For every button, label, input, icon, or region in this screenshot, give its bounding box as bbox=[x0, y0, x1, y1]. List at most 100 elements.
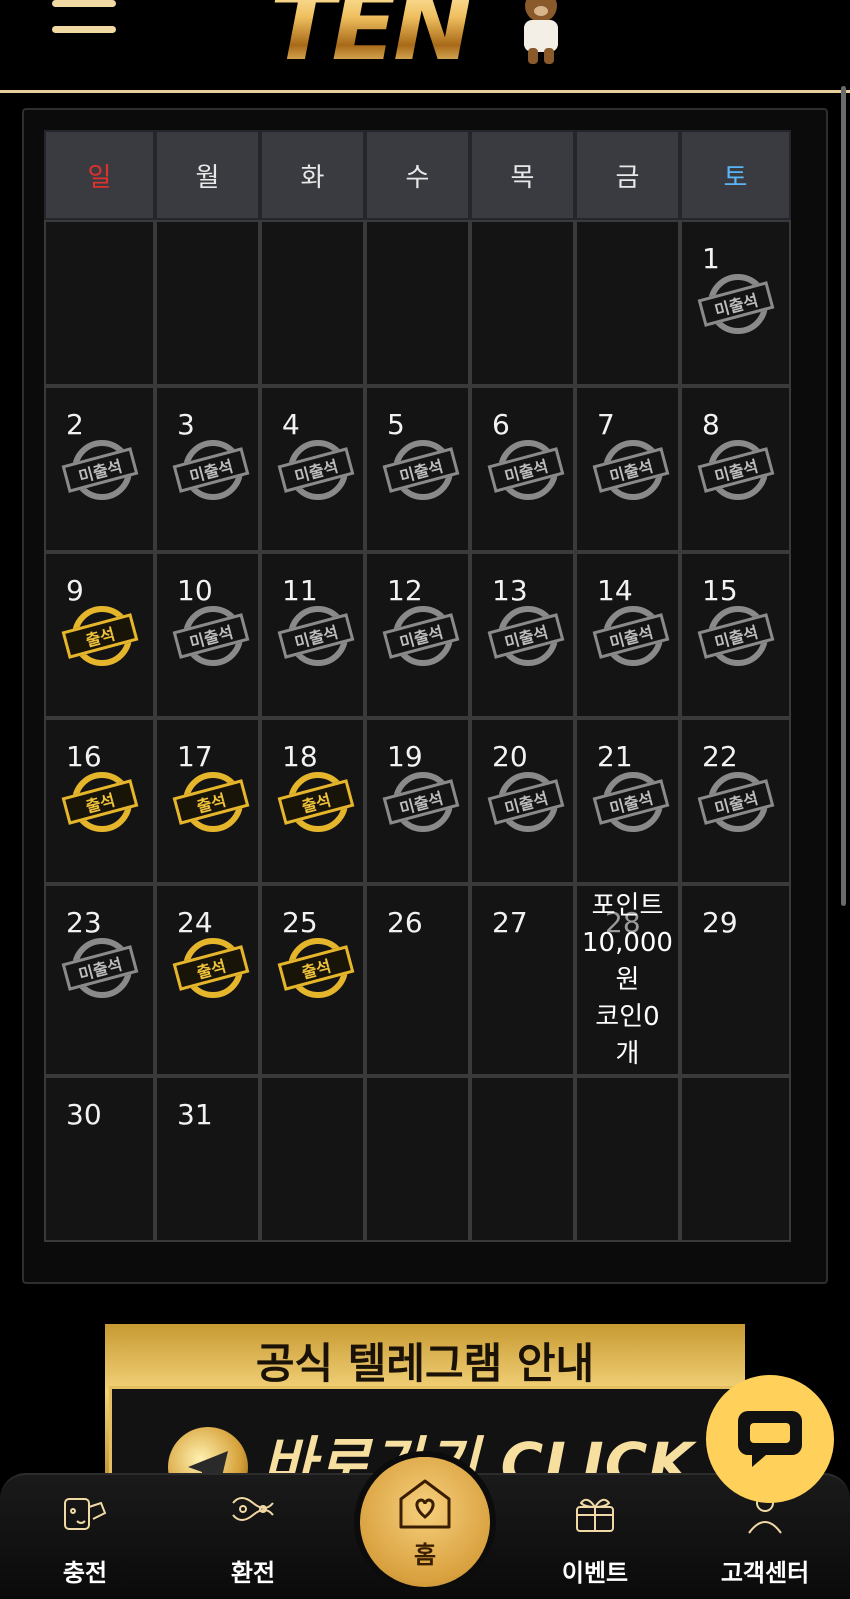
calendar-day-cell[interactable]: 5 미출석 bbox=[365, 386, 470, 552]
nav-exchange[interactable]: 환전 bbox=[178, 1481, 328, 1591]
day-number: 10 bbox=[177, 574, 213, 607]
day-number: 6 bbox=[492, 408, 510, 441]
calendar-day-cell[interactable]: 13 미출석 bbox=[470, 552, 575, 718]
weekday-header-cell: 수 bbox=[365, 130, 470, 220]
weekday-header-cell: 월 bbox=[155, 130, 260, 220]
calendar-day-cell[interactable]: 12 미출석 bbox=[365, 552, 470, 718]
banner-title: 공식 텔레그램 안내 bbox=[255, 1339, 595, 1388]
day-number: 5 bbox=[387, 408, 405, 441]
calendar-day-cell[interactable]: 9 출석 bbox=[44, 552, 155, 718]
calendar-day-cell[interactable]: 29 bbox=[680, 884, 791, 1076]
calendar-day-cell[interactable]: 2 미출석 bbox=[44, 386, 155, 552]
calendar-day-cell[interactable]: 26 bbox=[365, 884, 470, 1076]
logo-text: TEN bbox=[270, 0, 473, 74]
attended-stamp-icon: 출석 bbox=[172, 772, 251, 836]
day-number: 4 bbox=[282, 408, 300, 441]
reward-line: 포인트 bbox=[591, 891, 664, 921]
attended-stamp-icon: 출석 bbox=[61, 772, 140, 836]
day-number: 25 bbox=[282, 906, 318, 939]
day-number: 26 bbox=[387, 906, 423, 939]
day-number: 17 bbox=[177, 740, 213, 773]
attended-stamp-icon: 출석 bbox=[172, 938, 251, 1002]
nav-label: 충전 bbox=[62, 1559, 108, 1587]
weekday-header-cell: 토 bbox=[680, 130, 791, 220]
calendar-empty-cell bbox=[680, 1076, 791, 1242]
day-number: 21 bbox=[597, 740, 633, 773]
calendar-day-cell[interactable]: 31 bbox=[155, 1076, 260, 1242]
absent-stamp-icon: 미출석 bbox=[697, 606, 776, 670]
calendar-empty-cell bbox=[575, 1076, 680, 1242]
calendar-day-cell[interactable]: 17 출석 bbox=[155, 718, 260, 884]
calendar-day-cell[interactable]: 4 미출석 bbox=[260, 386, 365, 552]
absent-stamp-icon: 미출석 bbox=[487, 772, 566, 836]
calendar-day-cell[interactable]: 11 미출석 bbox=[260, 552, 365, 718]
nav-event[interactable]: 이벤트 bbox=[520, 1481, 670, 1591]
bear-mascot-icon bbox=[524, 0, 558, 64]
calendar-day-cell[interactable]: 22 미출석 bbox=[680, 718, 791, 884]
day-number: 23 bbox=[66, 906, 102, 939]
calendar-week-row: 9 출석 10 미출석 11 미출석 12 미출석 13 미출석 14 미출석 15 미출석 bbox=[44, 552, 806, 718]
calendar-day-cell[interactable]: 20 미출석 bbox=[470, 718, 575, 884]
nav-label: 이벤트 bbox=[561, 1559, 629, 1587]
calendar-body: 1 미출석 2 미출석 3 미출석 4 미출석 5 미출석 6 미출석 7 미출석 8 미출석 9 출석 10 미출석… bbox=[44, 220, 806, 1242]
calendar-day-cell[interactable]: 24 출석 bbox=[155, 884, 260, 1076]
calendar-empty-cell bbox=[575, 220, 680, 386]
calendar-day-cell[interactable]: 28 포인트 10,000 원 코인0 개 bbox=[575, 884, 680, 1076]
absent-stamp-icon: 미출석 bbox=[697, 274, 776, 338]
calendar-empty-cell bbox=[155, 220, 260, 386]
day-number: 16 bbox=[66, 740, 102, 773]
calendar-day-cell[interactable]: 3 미출석 bbox=[155, 386, 260, 552]
day-number: 24 bbox=[177, 906, 213, 939]
calendar-day-cell[interactable]: 23 미출석 bbox=[44, 884, 155, 1076]
calendar-day-cell[interactable]: 27 bbox=[470, 884, 575, 1076]
menu-button[interactable] bbox=[52, 0, 116, 40]
calendar-day-cell[interactable]: 19 미출석 bbox=[365, 718, 470, 884]
absent-stamp-icon: 미출석 bbox=[61, 440, 140, 504]
calendar-week-row: 16 출석 17 출석 18 출석 19 미출석 20 미출석 21 미출석 22 미출석 bbox=[44, 718, 806, 884]
home-heart-icon bbox=[399, 1479, 451, 1529]
day-number: 7 bbox=[597, 408, 615, 441]
calendar-weekday-header: 일월화수목금토 bbox=[44, 130, 806, 220]
chat-bubble-icon bbox=[738, 1411, 802, 1467]
nav-charge[interactable]: 충전 bbox=[10, 1481, 160, 1591]
absent-stamp-icon: 미출석 bbox=[277, 606, 356, 670]
calendar-day-cell[interactable]: 6 미출석 bbox=[470, 386, 575, 552]
absent-stamp-icon: 미출석 bbox=[382, 606, 461, 670]
day-number: 20 bbox=[492, 740, 528, 773]
day-number: 27 bbox=[492, 906, 528, 939]
calendar-day-cell[interactable]: 21 미출석 bbox=[575, 718, 680, 884]
weekday-header-cell: 화 bbox=[260, 130, 365, 220]
weekday-header-cell: 금 bbox=[575, 130, 680, 220]
nav-label: 환전 bbox=[230, 1559, 276, 1587]
nav-home[interactable]: 홈 bbox=[360, 1457, 490, 1587]
day-number: 11 bbox=[282, 574, 318, 607]
reward-line: 개 bbox=[615, 1039, 640, 1069]
absent-stamp-icon: 미출석 bbox=[172, 440, 251, 504]
calendar-day-cell[interactable]: 1 미출석 bbox=[680, 220, 791, 386]
day-number: 15 bbox=[702, 574, 738, 607]
absent-stamp-icon: 미출석 bbox=[487, 440, 566, 504]
absent-stamp-icon: 미출석 bbox=[697, 440, 776, 504]
calendar-day-cell[interactable]: 16 출석 bbox=[44, 718, 155, 884]
page-scrollbar[interactable] bbox=[841, 86, 846, 906]
calendar-day-cell[interactable]: 8 미출석 bbox=[680, 386, 791, 552]
day-number: 22 bbox=[702, 740, 738, 773]
absent-stamp-icon: 미출석 bbox=[697, 772, 776, 836]
calendar-day-cell[interactable]: 14 미출석 bbox=[575, 552, 680, 718]
gift-icon bbox=[576, 1498, 614, 1532]
weekday-header-cell: 일 bbox=[44, 130, 155, 220]
calendar-day-cell[interactable]: 15 미출석 bbox=[680, 552, 791, 718]
absent-stamp-icon: 미출석 bbox=[382, 440, 461, 504]
day-number: 13 bbox=[492, 574, 528, 607]
day-number: 2 bbox=[66, 408, 84, 441]
site-logo[interactable]: TEN bbox=[270, 0, 590, 74]
calendar-day-cell[interactable]: 7 미출석 bbox=[575, 386, 680, 552]
chat-button[interactable] bbox=[706, 1375, 834, 1503]
reward-line: 10,000 bbox=[582, 928, 673, 958]
calendar-empty-cell bbox=[365, 220, 470, 386]
calendar-day-cell[interactable]: 18 출석 bbox=[260, 718, 365, 884]
absent-stamp-icon: 미출석 bbox=[592, 772, 671, 836]
calendar-day-cell[interactable]: 10 미출석 bbox=[155, 552, 260, 718]
calendar-day-cell[interactable]: 25 출석 bbox=[260, 884, 365, 1076]
calendar-day-cell[interactable]: 30 bbox=[44, 1076, 155, 1242]
